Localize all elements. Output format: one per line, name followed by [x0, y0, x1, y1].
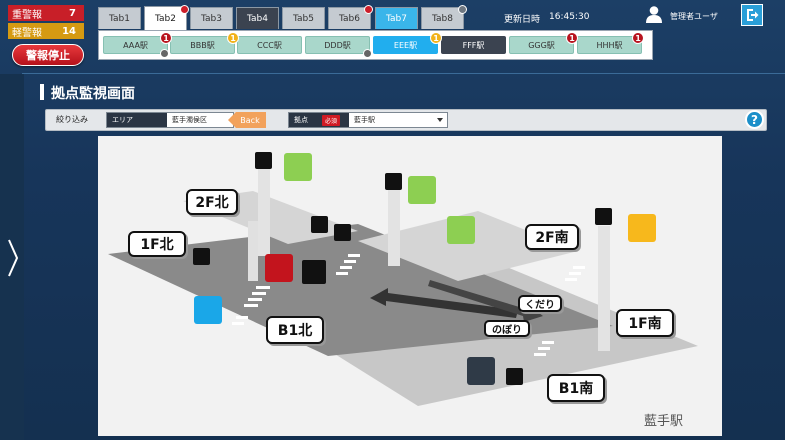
- station-ddd-status-dot: [363, 49, 372, 58]
- station-ccc[interactable]: CCC駅: [237, 36, 302, 54]
- station-eee-alert-badge: 1: [430, 32, 442, 44]
- status-marker-green[interactable]: [408, 176, 436, 204]
- status-marker-green[interactable]: [447, 216, 475, 244]
- tab-1[interactable]: Tab1: [98, 7, 141, 29]
- title-accent-bar: [40, 84, 44, 100]
- logout-icon: [747, 9, 759, 21]
- required-badge: 必須: [321, 114, 340, 126]
- floor-label-1f-north[interactable]: 1F北: [128, 231, 186, 257]
- ticket-machine-icon: [334, 224, 351, 241]
- station-ggg-alert-badge: 1: [566, 32, 578, 44]
- station-aaa-status-dot: [160, 49, 169, 58]
- floor-label-1f-south[interactable]: 1F南: [616, 309, 674, 337]
- floor-label-b1-north[interactable]: B1北: [266, 316, 324, 344]
- header-divider: [22, 73, 785, 74]
- station-bbb[interactable]: BBB駅: [170, 36, 235, 54]
- station-aaa-alert-badge: 1: [160, 32, 172, 44]
- expand-sidebar-icon[interactable]: [6, 238, 20, 278]
- floor-label-2f-north[interactable]: 2F北: [186, 189, 238, 215]
- status-marker-red[interactable]: [265, 254, 293, 282]
- base-select-head: 拠点 必須: [289, 113, 349, 127]
- escalator-icon: [193, 248, 210, 265]
- tab-7[interactable]: Tab7: [375, 7, 418, 29]
- light-alarm-counter[interactable]: 軽警報 14: [8, 23, 84, 39]
- tab-2-alert-dot: [180, 5, 189, 14]
- user-icon: [646, 6, 662, 23]
- base-select-text: 藍手駅: [354, 116, 375, 124]
- area-select-label: エリア: [107, 113, 167, 127]
- stop-alarm-button[interactable]: 警報停止: [12, 44, 84, 66]
- base-select[interactable]: 拠点 必須 藍手駅: [288, 112, 448, 128]
- light-alarm-label: 軽警報: [12, 27, 42, 39]
- page-title: 拠点監視画面: [51, 86, 135, 102]
- station-ggg[interactable]: GGG駅: [509, 36, 574, 54]
- station-eee[interactable]: EEE駅: [373, 36, 438, 54]
- elevator-icon: [595, 208, 612, 225]
- station-aaa[interactable]: AAA駅: [103, 36, 168, 54]
- pillar: [598, 226, 610, 351]
- heavy-alarm-counter[interactable]: 重警報 7: [8, 5, 84, 21]
- back-button[interactable]: Back: [228, 112, 266, 128]
- heavy-alarm-count: 7: [69, 7, 76, 19]
- floor-label-2f-south[interactable]: 2F南: [525, 224, 579, 250]
- update-label: 更新日時: [504, 15, 541, 25]
- pillar: [258, 166, 270, 256]
- ticket-machine-icon: [506, 368, 523, 385]
- help-button[interactable]: ?: [745, 110, 764, 129]
- chevron-down-icon: [437, 118, 443, 122]
- tab-5[interactable]: Tab5: [282, 7, 325, 29]
- status-marker-yellow[interactable]: [628, 214, 656, 242]
- base-select-label: 拠点: [294, 116, 308, 124]
- direction-down-label: くだり: [518, 295, 562, 312]
- tab-4[interactable]: Tab4: [236, 7, 279, 29]
- status-marker-green[interactable]: [284, 153, 312, 181]
- user-name: 管理者ユーザ: [670, 12, 718, 21]
- logout-button[interactable]: [741, 4, 763, 26]
- area-select-value: 藍手濁侯区: [172, 116, 207, 124]
- tab-8-status-dot: [458, 5, 467, 14]
- heavy-alarm-label: 重警報: [12, 9, 42, 21]
- status-marker-blue[interactable]: [194, 296, 222, 324]
- floor-label-b1-south[interactable]: B1南: [547, 374, 605, 402]
- elevator-icon: [385, 173, 402, 190]
- status-marker-dark[interactable]: [467, 357, 495, 385]
- elevator-icon: [255, 152, 272, 169]
- update-time: 16:45:30: [549, 12, 590, 22]
- station-name-label: 藍手駅: [644, 414, 684, 429]
- filter-label: 絞り込み: [56, 115, 88, 124]
- base-select-value: 藍手駅: [349, 113, 447, 127]
- tab-6-alert-dot: [364, 5, 373, 14]
- pillar: [248, 221, 258, 281]
- tab-3[interactable]: Tab3: [190, 7, 233, 29]
- train-icon: [302, 260, 326, 284]
- station-fff[interactable]: FFF駅: [441, 36, 506, 54]
- station-map-panel: 2F北 1F北 B1北 2F南 1F南 B1南 くだり のぼり 藍手駅: [98, 136, 722, 436]
- station-hhh-alert-badge: 1: [632, 32, 644, 44]
- light-alarm-count: 14: [62, 25, 76, 37]
- area-select[interactable]: エリア 藍手濁侯区: [106, 112, 234, 128]
- direction-up-label: のぼり: [484, 320, 530, 337]
- station-bbb-alert-badge: 1: [227, 32, 239, 44]
- pillar: [388, 186, 400, 266]
- ticket-gate-icon: [311, 216, 328, 233]
- station-ddd[interactable]: DDD駅: [305, 36, 370, 54]
